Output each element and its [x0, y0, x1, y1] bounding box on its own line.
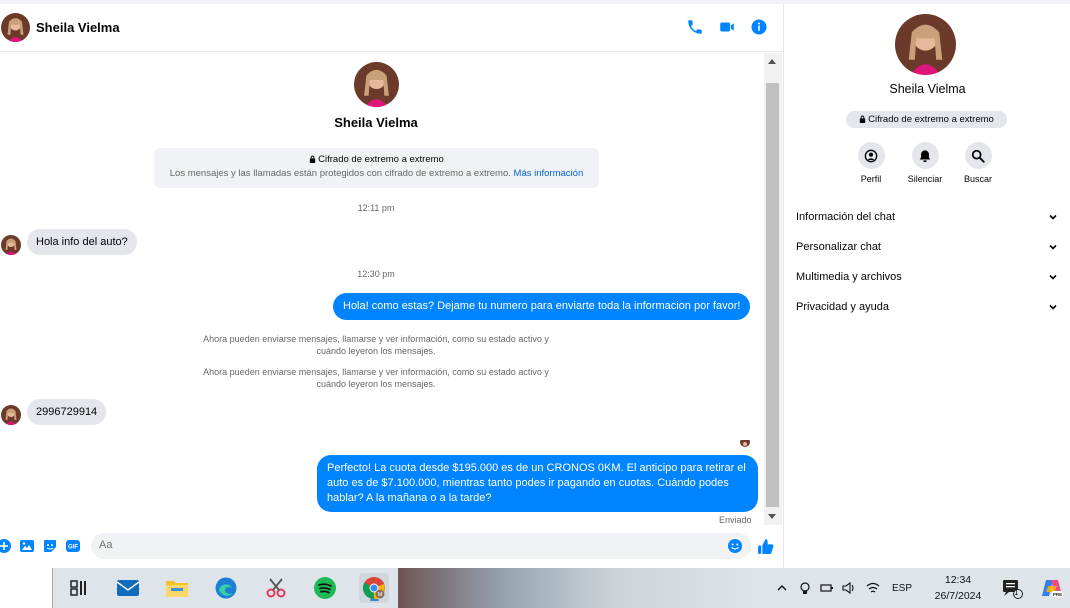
taskbar-search-box[interactable] — [0, 568, 53, 608]
chevron-down-icon — [1049, 274, 1057, 280]
svg-text:GIF: GIF — [68, 545, 78, 551]
task-view-icon — [70, 580, 86, 596]
clock-date: 26/7/2024 — [934, 590, 982, 602]
notification-icon — [1003, 580, 1023, 599]
scroll-up-icon[interactable] — [768, 59, 776, 64]
chevron-down-icon — [1049, 214, 1057, 220]
chat-header: Sheila Vielma — [0, 4, 782, 52]
volume-icon[interactable] — [842, 581, 856, 595]
image-icon[interactable] — [19, 538, 35, 554]
e2e-badge[interactable]: Cifrado de extremo a extremo — [846, 111, 1007, 128]
section-chat-info[interactable]: Información del chat — [796, 202, 1058, 232]
lock-icon — [309, 155, 316, 163]
system-notice: Ahora pueden enviarse mensajes, llamarse… — [203, 334, 549, 356]
system-tray: ESP — [776, 568, 912, 608]
mute-button[interactable]: Silenciar — [897, 142, 953, 184]
emoji-icon[interactable] — [727, 538, 743, 554]
taskbar-wallpaper — [398, 568, 758, 608]
svg-text:M: M — [378, 592, 383, 598]
taskbar: M ESP 12:34 26/7/2024 1 PRE — [0, 568, 1070, 608]
mail-icon — [116, 580, 140, 596]
sticker-icon[interactable] — [42, 538, 58, 554]
scrollbar-thumb[interactable] — [766, 83, 779, 507]
plus-icon[interactable] — [0, 538, 12, 554]
phone-icon[interactable] — [686, 18, 704, 36]
thumbs-up-icon[interactable] — [757, 538, 774, 555]
copilot-button[interactable]: PRE — [1037, 573, 1067, 603]
chat-scrollbar[interactable] — [764, 53, 782, 525]
edge-icon — [215, 577, 237, 599]
chrome-app[interactable]: M — [359, 573, 389, 603]
message-input[interactable] — [99, 539, 699, 551]
clock[interactable]: 12:34 26/7/2024 — [930, 572, 986, 604]
scissors-icon — [266, 578, 286, 598]
message-bubble-outgoing[interactable]: Perfecto! La cuota desde $195.000 es de … — [317, 455, 758, 512]
info-avatar[interactable] — [895, 14, 956, 75]
message-bubble-outgoing[interactable]: Hola! como estas? Dejame tu numero para … — [333, 293, 751, 320]
file-explorer-app[interactable] — [162, 573, 192, 603]
chrome-icon: M — [363, 577, 385, 599]
meet-now-icon[interactable] — [798, 581, 812, 595]
contact-name[interactable]: Sheila Vielma — [36, 20, 120, 35]
message-composer: GIF — [0, 532, 782, 562]
search-icon — [971, 149, 985, 163]
thread-name: Sheila Vielma — [334, 115, 418, 130]
snipping-tool-app[interactable] — [261, 573, 291, 603]
lock-icon — [859, 115, 866, 123]
chevron-down-icon — [1049, 304, 1057, 310]
edge-app[interactable] — [211, 573, 241, 603]
sender-avatar[interactable] — [1, 235, 21, 255]
spotify-icon — [314, 577, 336, 599]
video-icon[interactable] — [718, 18, 736, 36]
copilot-icon: PRE — [1042, 580, 1063, 597]
language-indicator[interactable]: ESP — [892, 583, 912, 594]
info-contact-name: Sheila Vielma — [889, 82, 966, 96]
wifi-icon[interactable] — [866, 581, 880, 595]
profile-button[interactable]: Perfil — [843, 142, 899, 184]
timestamp: 12:30 pm — [357, 269, 395, 279]
system-notice: Ahora pueden enviarse mensajes, llamarse… — [203, 367, 549, 389]
message-bubble-incoming[interactable]: Hola info del auto? — [27, 229, 137, 255]
message-bubble-incoming[interactable]: 2996729914 — [27, 399, 107, 425]
notifications-button[interactable]: 1 — [997, 573, 1027, 603]
spotify-app[interactable] — [310, 573, 340, 603]
message-list[interactable]: Sheila Vielma Cifrado de extremo a extre… — [0, 53, 764, 523]
folder-icon — [166, 581, 188, 597]
timestamp: 12:11 pm — [357, 203, 395, 213]
thread-avatar[interactable] — [354, 62, 399, 107]
section-media-files[interactable]: Multimedia y archivos — [796, 262, 1058, 292]
gif-icon[interactable]: GIF — [65, 538, 81, 554]
clock-time: 12:34 — [944, 574, 972, 586]
e2e-title: Cifrado de extremo a extremo — [318, 154, 444, 165]
more-info-link[interactable]: Más información — [514, 168, 584, 179]
bell-icon — [919, 149, 931, 162]
info-icon[interactable] — [750, 18, 768, 36]
svg-text:PRE: PRE — [1053, 592, 1062, 597]
seen-indicator-avatar — [740, 437, 750, 447]
scroll-down-icon[interactable] — [768, 514, 776, 519]
info-sections: Información del chat Personalizar chat M… — [796, 202, 1058, 322]
message-input-box[interactable] — [91, 533, 751, 559]
header-actions — [686, 18, 768, 36]
chat-pane: Sheila Vielma Sheila Vielma Cifrado de e… — [0, 4, 782, 568]
chevron-up-icon[interactable] — [776, 582, 788, 594]
message-status: Enviado — [719, 515, 752, 523]
messenger-window: Sheila Vielma Sheila Vielma Cifrado de e… — [0, 0, 1070, 568]
battery-plug-icon[interactable] — [820, 581, 834, 595]
chevron-down-icon — [1049, 244, 1057, 250]
section-customize-chat[interactable]: Personalizar chat — [796, 232, 1058, 262]
profile-icon — [864, 149, 878, 162]
conversation-info-panel: Sheila Vielma Cifrado de extremo a extre… — [783, 4, 1070, 568]
contact-avatar[interactable] — [1, 13, 30, 42]
notification-count: 1 — [1014, 588, 1019, 597]
e2e-desc: Los mensajes y las llamadas están proteg… — [169, 168, 511, 179]
mail-app[interactable] — [113, 573, 143, 603]
e2e-notice: Cifrado de extremo a extremo Los mensaje… — [154, 148, 599, 188]
section-privacy-help[interactable]: Privacidad y ayuda — [796, 292, 1058, 322]
task-view-button[interactable] — [63, 573, 93, 603]
sender-avatar[interactable] — [1, 405, 21, 425]
search-button[interactable]: Buscar — [950, 142, 1006, 184]
